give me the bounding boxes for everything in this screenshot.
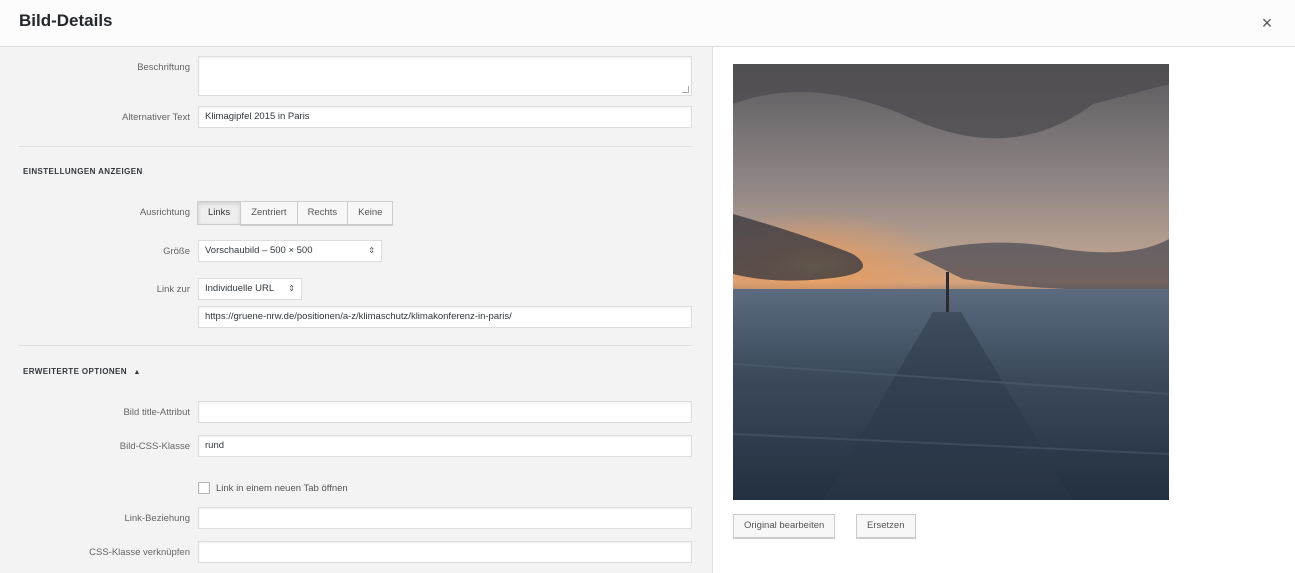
modal-title: Bild-Details	[19, 11, 113, 30]
divider	[19, 345, 692, 346]
preview-panel: Original bearbeiten Ersetzen	[713, 47, 1295, 573]
divider	[19, 146, 692, 147]
link-to-label: Link zur	[156, 284, 190, 295]
alignment-button-group: Links Zentriert Rechts Keine	[197, 201, 394, 225]
css-class-label: Bild-CSS-Klasse	[119, 441, 190, 452]
link-css-class-input[interactable]	[198, 541, 692, 563]
link-to-select-value: Individuelle URL	[205, 283, 275, 294]
size-select[interactable]: Vorschaubild – 500 × 500 ⇕	[198, 240, 382, 262]
replace-button[interactable]: Ersetzen	[856, 514, 916, 538]
close-icon[interactable]: ×	[1257, 13, 1277, 33]
link-rel-label: Link-Beziehung	[124, 513, 191, 524]
image-preview	[733, 64, 1169, 500]
css-class-input[interactable]: rund	[198, 435, 692, 457]
link-to-select[interactable]: Individuelle URL ⇕	[198, 278, 302, 300]
alt-text-input[interactable]: Klimagipfel 2015 in Paris	[198, 106, 692, 128]
align-none-button[interactable]: Keine	[347, 201, 394, 225]
title-attribute-input[interactable]	[198, 401, 692, 423]
alignment-label: Ausrichtung	[139, 207, 190, 218]
modal-header: Bild-Details ×	[0, 0, 1295, 47]
resize-grip-icon[interactable]	[682, 86, 689, 93]
align-right-button[interactable]: Rechts	[296, 201, 349, 225]
size-select-value: Vorschaubild – 500 × 500	[205, 245, 313, 256]
link-url-input[interactable]: https://gruene-nrw.de/positionen/a-z/kli…	[198, 306, 692, 328]
title-attribute-label: Bild title-Attribut	[123, 407, 190, 418]
align-left-button[interactable]: Links	[197, 201, 242, 225]
advanced-options-heading: ERWEITERTE OPTIONEN	[23, 367, 127, 376]
select-arrows-icon: ⇕	[288, 284, 295, 293]
display-settings-heading: EINSTELLUNGEN ANZEIGEN	[23, 167, 143, 176]
caption-label: Beschriftung	[137, 62, 190, 73]
caret-up-icon: ▲	[133, 369, 141, 376]
alt-text-label: Alternativer Text	[122, 112, 190, 123]
link-rel-input[interactable]	[198, 507, 692, 529]
link-css-class-label: CSS-Klasse verknüpfen	[89, 547, 190, 558]
size-label: Größe	[163, 246, 190, 257]
caption-textarea[interactable]	[198, 56, 692, 96]
edit-original-button[interactable]: Original bearbeiten	[733, 514, 836, 538]
new-tab-checkbox[interactable]	[198, 482, 210, 494]
advanced-options-toggle[interactable]: ERWEITERTE OPTIONEN ▲	[23, 367, 141, 376]
new-tab-label[interactable]: Link in einem neuen Tab öffnen	[216, 483, 348, 494]
select-arrows-icon: ⇕	[368, 246, 375, 255]
align-center-button[interactable]: Zentriert	[240, 201, 298, 225]
settings-panel: Beschriftung Alternativer Text Klimagipf…	[0, 47, 713, 573]
